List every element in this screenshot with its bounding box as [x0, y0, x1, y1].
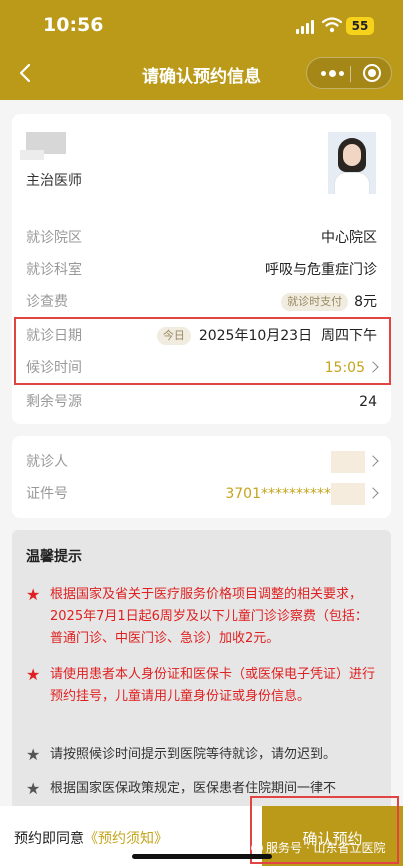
- row-patient[interactable]: 就诊人: [26, 446, 379, 478]
- id-value: 3701**********: [225, 486, 331, 502]
- star-icon: ★: [26, 585, 41, 604]
- patient-card: 就诊人 证件号 3701**********: [12, 436, 391, 518]
- doctor-photo: [328, 132, 376, 194]
- chevron-right-icon: [367, 487, 379, 499]
- tips-title: 温馨提示: [26, 549, 82, 565]
- star-icon: ★: [26, 665, 41, 684]
- capsule-divider: [350, 66, 351, 82]
- hospital-value: 中心院区: [321, 230, 377, 246]
- star-icon: ★: [26, 745, 41, 764]
- mini-program-capsule: [306, 57, 392, 89]
- close-mini-program-icon[interactable]: [363, 64, 381, 82]
- agreement-prefix: 预约即同意: [14, 831, 84, 847]
- department-label: 就诊科室: [26, 262, 82, 278]
- nav-bar: 请确认预约信息: [0, 52, 403, 96]
- star-icon: ★: [26, 779, 41, 798]
- tip-text: 请使用患者本人身份证和医保卡（或医保电子凭证）进行预约挂号，儿童请用儿童身份证或…: [50, 667, 376, 704]
- patient-label: 就诊人: [26, 454, 68, 470]
- fee-label: 诊查费: [26, 294, 68, 310]
- tip-text: 根据国家医保政策规定，医保患者住院期间一律不: [50, 781, 337, 796]
- row-remaining: 剩余号源 24: [26, 386, 377, 418]
- more-icon[interactable]: [317, 58, 347, 88]
- fee-value-group: 就诊时支付 8元: [281, 286, 377, 318]
- tip-item: ★ 请按照候诊时间提示到医院等待就诊，请勿迟到。: [26, 744, 378, 766]
- watermark-text: 服务号 · 山东省立医院: [266, 841, 386, 855]
- department-value: 呼吸与危重症门诊: [265, 262, 377, 278]
- tip-text: 请按照候诊时间提示到医院等待就诊，请勿迟到。: [50, 747, 337, 762]
- doctor-name-redacted: [20, 132, 66, 160]
- agreement-text: 预约即同意《预约须知》: [14, 828, 168, 848]
- row-fee: 诊查费 就诊时支付 8元: [26, 286, 377, 318]
- signal-icon: [296, 20, 316, 34]
- status-time: 10:56: [43, 14, 104, 36]
- remaining-label: 剩余号源: [26, 394, 82, 410]
- doctor-title: 主治医师: [26, 173, 82, 189]
- battery-icon: 55: [346, 17, 374, 35]
- date-time-highlight-box: [14, 317, 391, 385]
- status-bar: 10:56 55: [0, 0, 403, 52]
- booking-notice-link[interactable]: 《预约须知》: [84, 831, 168, 847]
- row-department: 就诊科室 呼吸与危重症门诊: [26, 254, 377, 286]
- patient-value-group[interactable]: [331, 446, 379, 478]
- fee-value: 8元: [354, 294, 377, 310]
- watermark: 服务号 · 山东省立医院: [251, 839, 385, 856]
- wechat-icon: [251, 843, 263, 853]
- row-hospital: 就诊院区 中心院区: [26, 222, 377, 254]
- tips-panel: 温馨提示 ★ 根据国家及省关于医疗服务价格项目调整的相关要求，2025年7月1日起…: [12, 530, 391, 820]
- patient-name-redacted: [331, 451, 365, 473]
- home-indicator: [132, 854, 272, 859]
- pay-at-visit-badge: 就诊时支付: [281, 293, 349, 311]
- tip-item: ★ 请使用患者本人身份证和医保卡（或医保电子凭证）进行预约挂号，儿童请用儿童身份证…: [26, 664, 378, 708]
- id-value-group[interactable]: 3701**********: [225, 478, 379, 510]
- wifi-icon: [322, 17, 342, 33]
- id-label: 证件号: [26, 486, 68, 502]
- remaining-value: 24: [359, 394, 377, 410]
- tip-text: 根据国家及省关于医疗服务价格项目调整的相关要求，2025年7月1日起6周岁及以下…: [50, 587, 368, 646]
- id-redacted: [331, 483, 365, 505]
- row-id[interactable]: 证件号 3701**********: [26, 478, 379, 510]
- chevron-right-icon: [367, 455, 379, 467]
- hospital-label: 就诊院区: [26, 230, 82, 246]
- tip-item: ★ 根据国家及省关于医疗服务价格项目调整的相关要求，2025年7月1日起6周岁及以…: [26, 584, 378, 650]
- header-bar: 10:56 55 请确认预约信息: [0, 0, 403, 100]
